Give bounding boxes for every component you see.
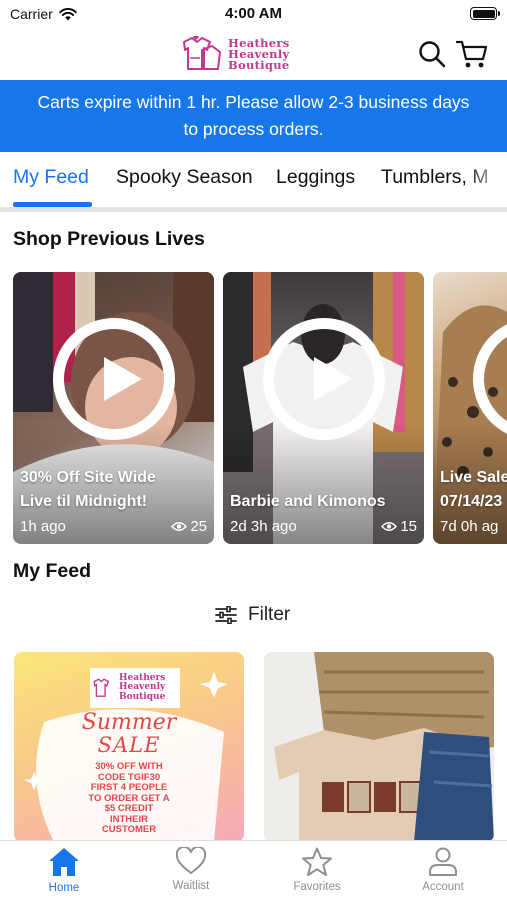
sliders-icon — [215, 606, 237, 624]
live-card[interactable]: Barbie and Kimonos 2d 3h ago 15 — [223, 272, 424, 544]
promo-body: 30% OFF WITH CODE TGIF30 FIRST 4 PEOPLE … — [88, 761, 170, 835]
search-button[interactable] — [416, 38, 448, 70]
tabbar-favorites[interactable]: Favorites — [267, 847, 367, 893]
status-time: 4:00 AM — [225, 5, 282, 22]
tabbar-home[interactable]: Home — [14, 847, 114, 894]
search-icon — [419, 41, 446, 68]
cart-button[interactable] — [456, 38, 488, 70]
brand-logo-text: Heathers Heavenly Boutique — [228, 35, 290, 72]
filter-label: Filter — [248, 604, 291, 625]
banner-line-1: Carts expire within 1 hr. Please allow 2… — [37, 92, 470, 112]
filter-button[interactable]: Filter — [215, 604, 290, 626]
live-title: 30% Off Site Wide Live til Midnight! — [20, 469, 156, 510]
feed-item-card[interactable]: Heathers Heavenly Boutique Summer SALE 3… — [14, 652, 244, 842]
banner-line-2: to process orders. — [183, 119, 324, 139]
cart-icon — [456, 40, 488, 68]
person-icon — [429, 847, 457, 876]
live-card[interactable]: Live Sale 07/14/23 7d 0h ag — [433, 272, 507, 544]
status-bar: Carrier 4:00 AM — [0, 0, 507, 28]
tabbar-favorites-label: Favorites — [293, 881, 341, 893]
live-age: 7d 0h ag — [440, 518, 499, 535]
tabbar-waitlist[interactable]: Waitlist — [141, 847, 241, 892]
star-icon — [302, 847, 332, 876]
cart-expiry-banner: Carts expire within 1 hr. Please allow 2… — [0, 80, 507, 152]
tab-spooky-season[interactable]: Spooky Season — [116, 166, 253, 189]
live-age: 1h ago — [20, 518, 66, 535]
eye-icon — [171, 522, 188, 531]
live-views: 25 — [171, 518, 207, 535]
play-icon — [104, 357, 142, 401]
tabbar-account-label: Account — [422, 881, 464, 893]
tabs-fade — [467, 152, 507, 208]
eye-icon — [381, 522, 398, 531]
heart-icon — [176, 847, 206, 875]
category-tabs: My Feed Spooky Season Leggings Tumblers,… — [0, 152, 507, 208]
tab-my-feed[interactable]: My Feed — [13, 166, 89, 189]
feed-item-card[interactable] — [264, 652, 494, 842]
tabbar-account[interactable]: Account — [393, 847, 493, 893]
promo-logo: Heathers Heavenly Boutique — [90, 668, 180, 708]
live-views: 15 — [381, 518, 417, 535]
battery-icon — [470, 7, 500, 20]
app-header: Heathers Heavenly Boutique — [0, 28, 507, 80]
boutique-logo-icon — [93, 678, 110, 697]
live-age: 2d 3h ago — [230, 518, 297, 535]
tab-leggings[interactable]: Leggings — [276, 166, 355, 189]
tabbar-home-label: Home — [48, 882, 80, 894]
previous-lives-title: Shop Previous Lives — [13, 228, 205, 250]
bottom-tab-bar: Home Waitlist Favorites Account — [0, 840, 507, 900]
tabs-divider — [0, 207, 507, 212]
tabbar-waitlist-label: Waitlist — [172, 880, 210, 892]
live-title: Barbie and Kimonos — [230, 493, 386, 510]
live-card[interactable]: 30% Off Site Wide Live til Midnight! 1h … — [13, 272, 214, 544]
play-icon — [314, 357, 352, 401]
home-icon — [49, 848, 79, 876]
boutique-logo-icon — [183, 36, 221, 70]
promo-headline: Summer SALE — [81, 710, 177, 757]
brand-logo[interactable]: Heathers Heavenly Boutique — [180, 34, 330, 74]
product-image — [264, 652, 494, 842]
live-title: Live Sale 07/14/23 — [440, 469, 507, 510]
feed-title: My Feed — [13, 560, 92, 582]
